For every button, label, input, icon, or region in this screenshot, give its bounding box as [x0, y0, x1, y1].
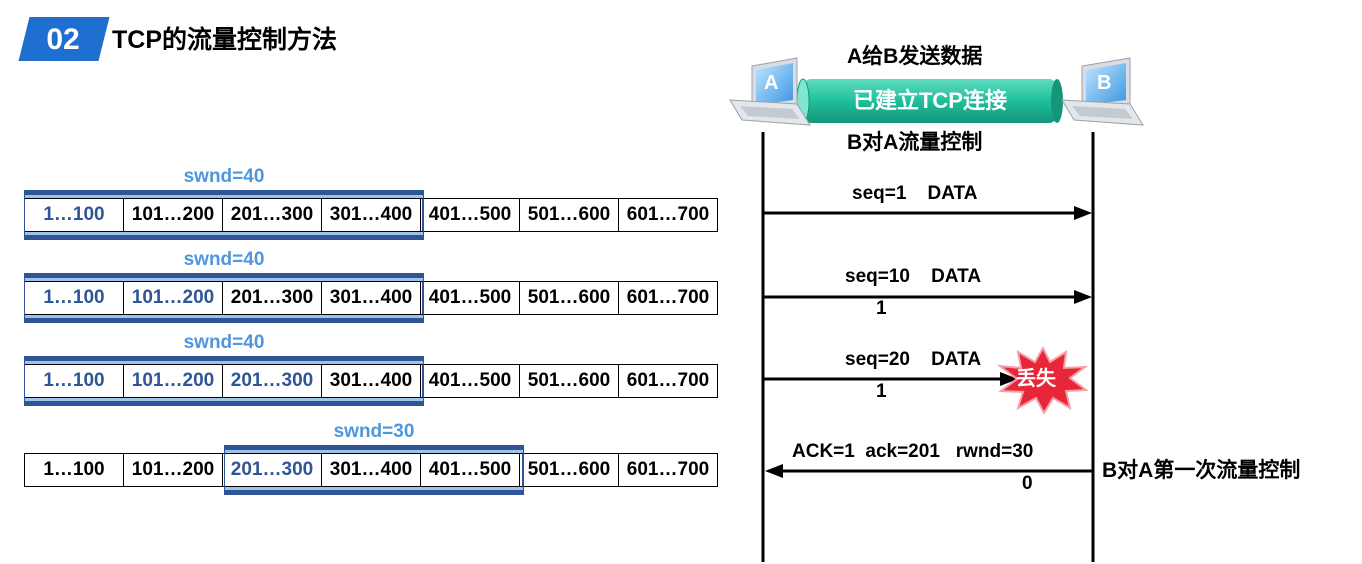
message-arrow-3-lost — [763, 372, 1018, 386]
bottom-label: B对A流量控制 — [847, 131, 983, 154]
host-a-label: A — [764, 72, 779, 94]
message-arrow-2 — [763, 290, 1092, 304]
message-3-label: seq=20 DATA — [845, 349, 982, 370]
message-arrow-1 — [763, 206, 1092, 220]
message-arrow-4-ack — [765, 464, 1093, 478]
message-1-label: seq=1 DATA — [852, 183, 978, 204]
message-4-label: ACK=1 ack=201 rwnd=30 — [792, 441, 1034, 462]
message-2-label: seq=10 DATA — [845, 266, 982, 287]
host-b-label: B — [1097, 72, 1112, 94]
message-2-sub: 1 — [876, 298, 887, 319]
side-note: B对A第一次流量控制 — [1102, 459, 1301, 482]
message-3-sub: 1 — [876, 381, 887, 402]
top-label: A给B发送数据 — [847, 45, 983, 68]
message-4-sub: 0 — [1022, 473, 1033, 494]
connection-label: 已建立TCP连接 — [852, 88, 1007, 113]
lost-label: 丢失 — [1016, 368, 1056, 390]
